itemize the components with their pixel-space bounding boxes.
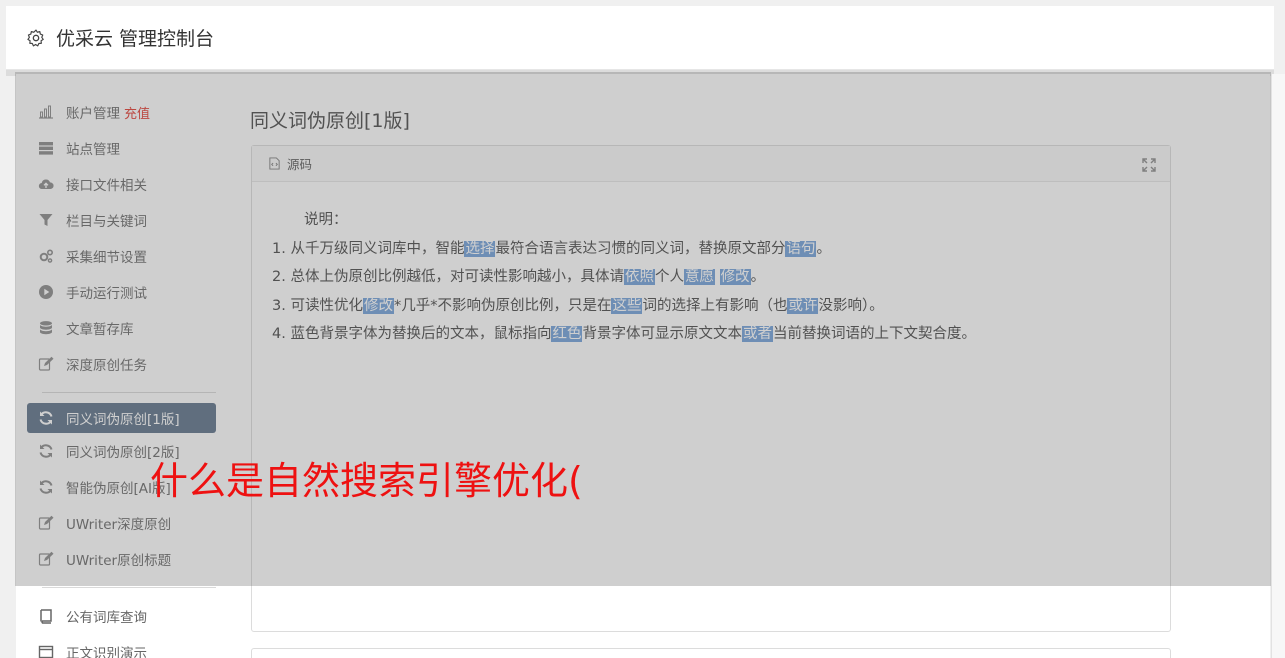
overlay-caption: 什么是自然搜索引擎优化( bbox=[150, 459, 583, 503]
sidebar-divider bbox=[42, 587, 216, 588]
sidebar-item[interactable]: 公有词库查询 bbox=[16, 598, 226, 634]
sidebar-item[interactable]: 正文识别演示 bbox=[16, 634, 226, 658]
sidebar-item-label: 正文识别演示 bbox=[66, 646, 147, 658]
app-title: 优采云 管理控制台 bbox=[56, 28, 215, 50]
result-panel bbox=[251, 648, 1171, 658]
modal-overlay bbox=[15, 72, 1271, 586]
book-icon bbox=[38, 608, 54, 624]
page-scrollbar[interactable] bbox=[1271, 74, 1285, 658]
page: 优采云 管理控制台 账户管理 充值 站点管理 接口文件相关 栏目与关键词 采集细节设置 手动… bbox=[0, 0, 1285, 658]
sidebar-item-label: 公有词库查询 bbox=[66, 610, 147, 626]
top-header: 优采云 管理控制台 bbox=[6, 6, 1274, 70]
window-icon bbox=[38, 644, 54, 658]
gear-icon bbox=[27, 29, 44, 46]
